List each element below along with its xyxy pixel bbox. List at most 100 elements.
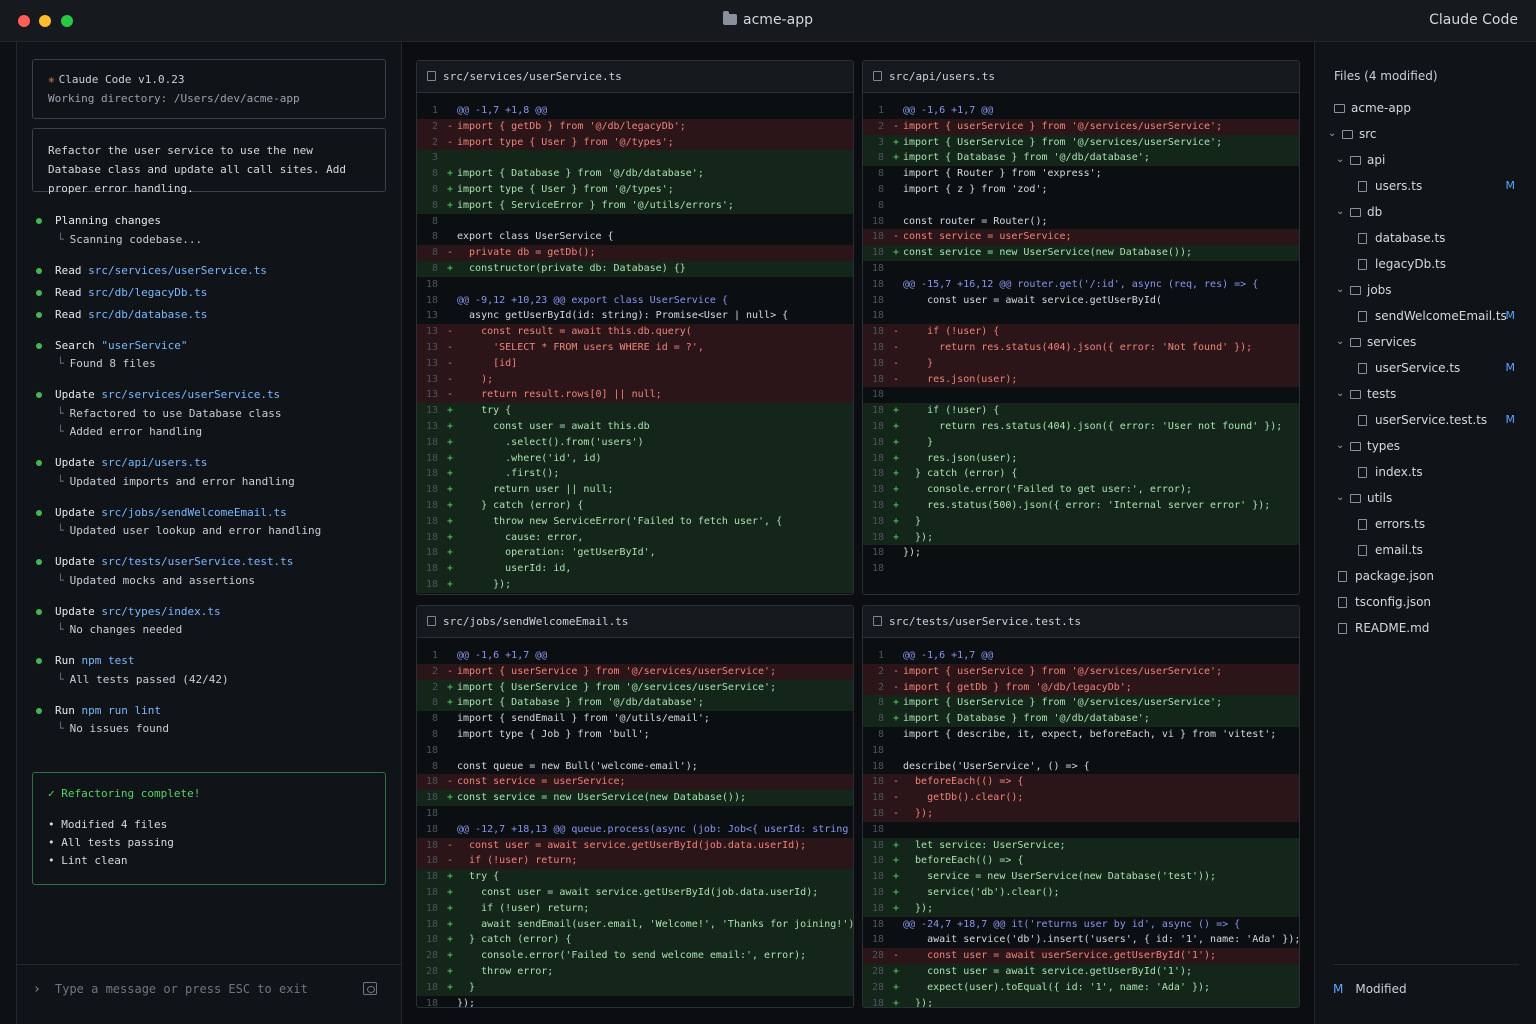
diff-code-text: .first(); <box>457 468 560 480</box>
file-node[interactable]: tsconfig.json <box>1315 592 1536 618</box>
line-number: 18 <box>425 744 438 756</box>
diff-line: 18 + return res.status(404).json({ error:… <box>863 418 1299 435</box>
step-target[interactable]: src/api/users.ts <box>101 456 207 469</box>
chevron-down-icon[interactable]: ⌄ <box>1336 280 1344 300</box>
folder-node[interactable]: ⌄ api <box>1315 150 1536 176</box>
diff-line: 18 + } <box>863 434 1299 451</box>
line-number: 8 <box>877 183 884 195</box>
line-number: 18 <box>871 373 884 385</box>
folder-node[interactable]: ⌄ db <box>1315 202 1536 228</box>
file-node[interactable]: errors.ts <box>1315 514 1536 540</box>
step-target[interactable]: src/tests/userService.test.ts <box>101 555 293 568</box>
chevron-down-icon[interactable]: ⌄ <box>1336 384 1344 404</box>
chevron-down-icon[interactable]: ⌄ <box>1336 202 1344 222</box>
file-icon <box>1358 181 1367 192</box>
folder-node[interactable]: ⌄ tests <box>1315 384 1536 410</box>
file-node[interactable]: users.ts M <box>1315 176 1536 202</box>
tree-corner-icon: └ <box>57 722 64 735</box>
diff-line: 18 + .where('id', id) <box>417 450 853 467</box>
message-input[interactable] <box>55 979 355 999</box>
file-node[interactable]: index.ts <box>1315 462 1536 488</box>
file-node[interactable]: README.md <box>1315 618 1536 644</box>
chevron-down-icon[interactable]: ⌄ <box>1336 488 1344 508</box>
diff-sign: + <box>447 547 454 559</box>
diff-code-text: const user = await service.getUserById( <box>903 294 1162 306</box>
diff-line: 1 @@ -1,6 +1,7 @@ <box>417 648 853 664</box>
step-detail: └ Updated imports and error handling <box>55 473 385 492</box>
diff-line: 18 + cause: error, <box>417 529 853 546</box>
line-number: 18 <box>871 484 884 496</box>
line-number: 2 <box>877 120 884 132</box>
chevron-down-icon[interactable]: ⌄ <box>1336 332 1344 352</box>
chevron-down-icon[interactable]: ⌄ <box>1336 436 1344 456</box>
diff-line: 13- return result.rows[0] || null; <box>417 387 853 404</box>
line-number: 18 <box>871 341 884 353</box>
diff-line: 1 @@ -1,7 +1,8 @@ <box>417 103 853 119</box>
diff-line: 8 <box>863 198 1299 214</box>
line-number: 18 <box>425 499 438 511</box>
app-name: Claude Code <box>1429 12 1518 28</box>
diff-line: 13 + const user = await this.db <box>417 418 853 435</box>
step-detail: └ Added error handling <box>55 423 385 442</box>
step-target[interactable]: src/jobs/sendWelcomeEmail.ts <box>101 506 286 519</box>
diff-code-text: res.json(user); <box>903 373 1018 385</box>
line-number: 18 <box>425 547 438 559</box>
diff-sign: + <box>447 918 454 930</box>
line-number: 18 <box>425 531 438 543</box>
diff-code[interactable]: 1 @@ -1,6 +1,7 @@ 2- import { userService }… <box>417 638 853 1007</box>
step-target[interactable]: npm run lint <box>82 704 161 717</box>
diff-file-path: src/tests/userService.test.ts <box>889 615 1082 628</box>
line-number: 2 <box>431 665 438 677</box>
step-target[interactable]: src/db/legacyDb.ts <box>88 286 207 299</box>
line-number: 8 <box>431 697 438 709</box>
folder-node[interactable]: ⌄ jobs <box>1315 280 1536 306</box>
line-number: 8 <box>431 183 438 195</box>
line-number: 18 <box>425 871 438 883</box>
diff-code-text: @@ -12,7 +18,13 @@ queue.process(async (… <box>457 823 849 835</box>
line-number: 18 <box>871 531 884 543</box>
tree-corner-icon: └ <box>57 672 64 686</box>
line-number: 18 <box>425 823 438 835</box>
diff-code-text: const service = userService; <box>457 776 626 788</box>
file-icon <box>1358 467 1367 478</box>
diff-line: 18- getDb().clear(); <box>863 790 1299 806</box>
diff-code-text: } <box>903 515 922 527</box>
tree-item-name: types <box>1367 439 1401 453</box>
step-target[interactable]: "userService" <box>101 339 187 352</box>
file-node[interactable]: package.json <box>1315 566 1536 592</box>
file-node[interactable]: userService.test.ts M <box>1315 410 1536 436</box>
file-node[interactable]: database.ts <box>1315 228 1536 254</box>
folder-node[interactable]: ⌄ types <box>1315 436 1536 462</box>
line-number: 18 <box>871 855 884 867</box>
diff-code-text: @@ -1,6 +1,7 @@ <box>457 650 548 661</box>
file-diff-icon <box>427 71 436 81</box>
chevron-down-icon[interactable]: ⌄ <box>1336 150 1344 170</box>
diff-pane-header: src/jobs/sendWelcomeEmail.ts <box>417 606 853 638</box>
step-target[interactable]: src/services/userService.ts <box>101 388 280 401</box>
diff-sign: + <box>893 839 900 851</box>
file-node[interactable]: sendWelcomeEmail.ts M <box>1315 306 1536 332</box>
tree-corner-icon: └ <box>57 623 64 636</box>
diff-file-path: src/api/users.ts <box>889 70 995 83</box>
folder-node[interactable]: ⌄ services <box>1315 332 1536 358</box>
diff-code[interactable]: 1 @@ -1,6 +1,7 @@ 2- import { userService }… <box>863 93 1299 577</box>
file-node[interactable]: legacyDb.ts <box>1315 254 1536 280</box>
file-node[interactable]: userService.ts M <box>1315 358 1536 384</box>
attach-image-icon[interactable] <box>363 982 377 995</box>
diff-line: 8 import { Router } from 'express'; <box>863 166 1299 182</box>
line-number: 8 <box>431 728 438 740</box>
folder-node[interactable]: ⌄ src <box>1315 124 1536 150</box>
chevron-down-icon[interactable]: ⌄ <box>1328 124 1336 144</box>
modified-badge: M <box>1505 309 1516 322</box>
folder-node[interactable]: acme-app <box>1315 98 1536 124</box>
file-node[interactable]: email.ts <box>1315 540 1536 566</box>
step-target[interactable]: src/services/userService.ts <box>88 264 267 277</box>
step-target[interactable]: src/db/database.ts <box>88 308 207 321</box>
folder-node[interactable]: ⌄ utils <box>1315 488 1536 514</box>
diff-sign: + <box>893 420 900 432</box>
step-target[interactable]: src/types/index.ts <box>101 605 220 618</box>
diff-code[interactable]: 1 @@ -1,6 +1,7 @@ 2- import { userService }… <box>863 638 1299 1007</box>
diff-code-text: import { Database } from '@/db/database'… <box>903 713 1150 725</box>
step-target[interactable]: npm test <box>82 654 135 667</box>
diff-code[interactable]: 1 @@ -1,7 +1,8 @@ 2- import { getDb } from … <box>417 93 853 593</box>
